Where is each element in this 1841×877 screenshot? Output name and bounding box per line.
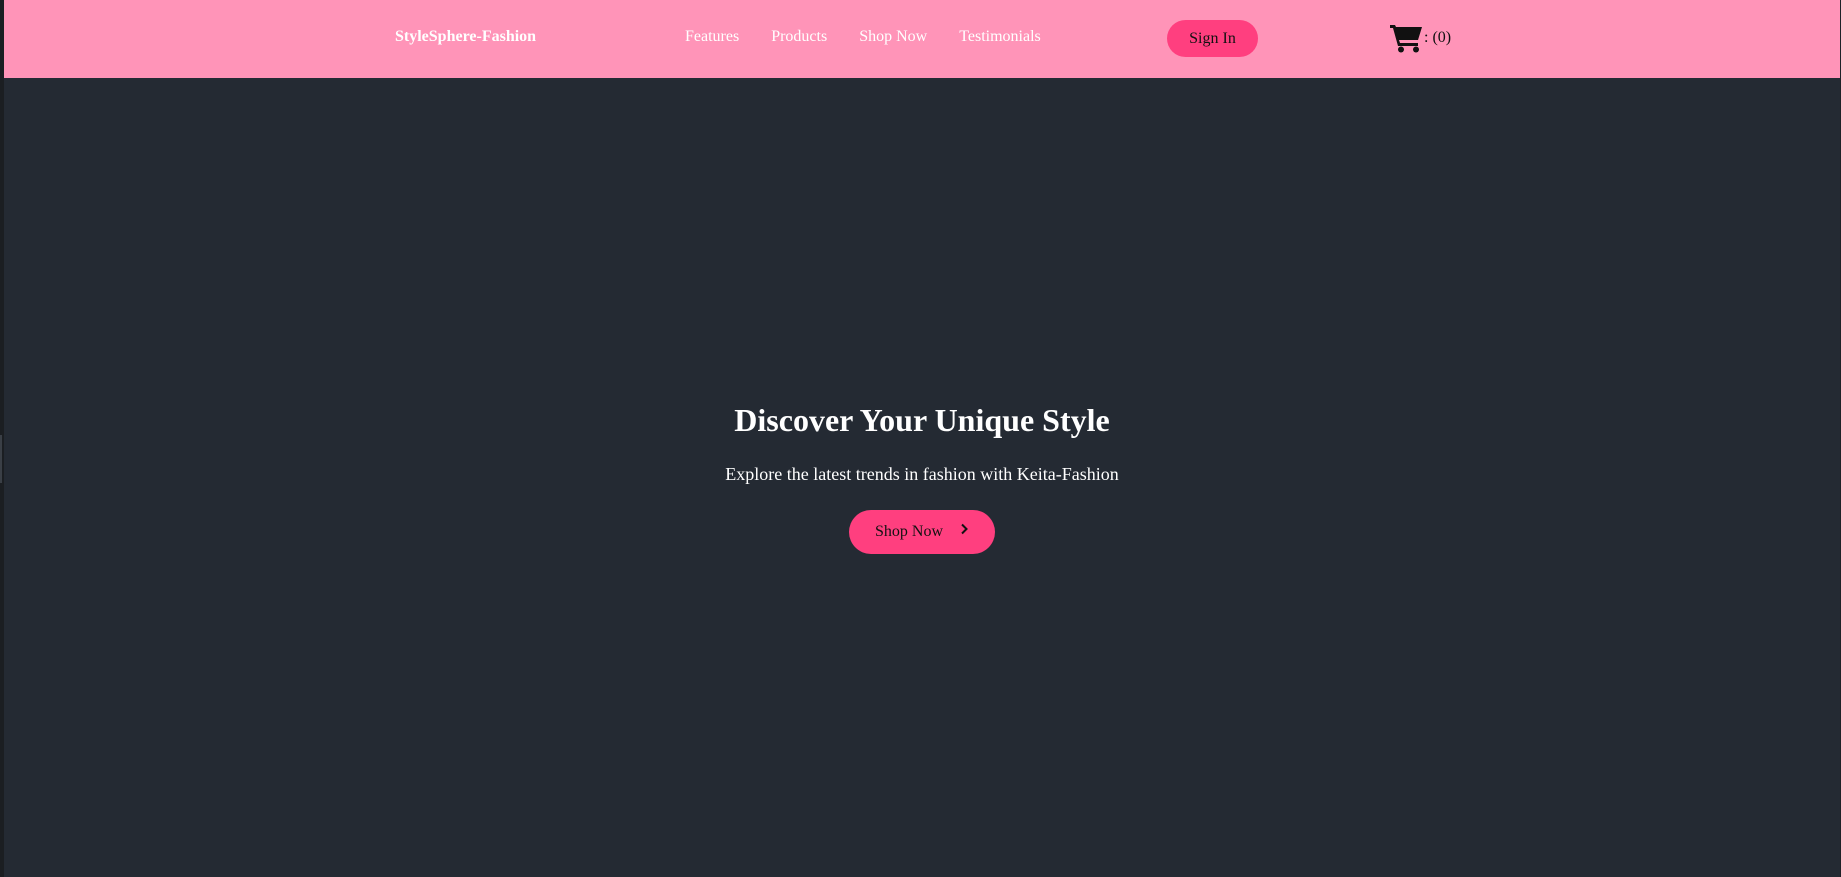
nav-link-products[interactable]: Products: [771, 28, 827, 46]
resize-handle[interactable]: [0, 435, 2, 483]
shopping-cart-icon: [1390, 25, 1422, 53]
brand-logo-text[interactable]: StyleSphere-Fashion: [395, 28, 536, 46]
shop-now-label: Shop Now: [874, 523, 943, 540]
hero-section: Discover Your Unique Style Explore the l…: [4, 78, 1840, 877]
shop-now-button[interactable]: Shop Now: [849, 510, 995, 554]
top-navbar: StyleSphere-Fashion Features Products Sh…: [4, 0, 1840, 78]
nav-link-shop-now[interactable]: Shop Now: [859, 28, 927, 46]
hero-title: Discover Your Unique Style: [734, 402, 1110, 438]
hero-subtitle: Explore the latest trends in fashion wit…: [725, 464, 1119, 484]
chevron-right-icon: [961, 523, 968, 535]
page: StyleSphere-Fashion Features Products Sh…: [4, 0, 1840, 877]
nav-link-testimonials[interactable]: Testimonials: [959, 28, 1041, 46]
sign-in-button[interactable]: Sign In: [1167, 20, 1258, 57]
cart-count: : (0): [1424, 29, 1452, 46]
cart-button[interactable]: : (0): [1390, 23, 1451, 53]
nav-link-features[interactable]: Features: [685, 28, 739, 46]
nav-links: Features Products Shop Now Testimonials: [685, 28, 1041, 46]
